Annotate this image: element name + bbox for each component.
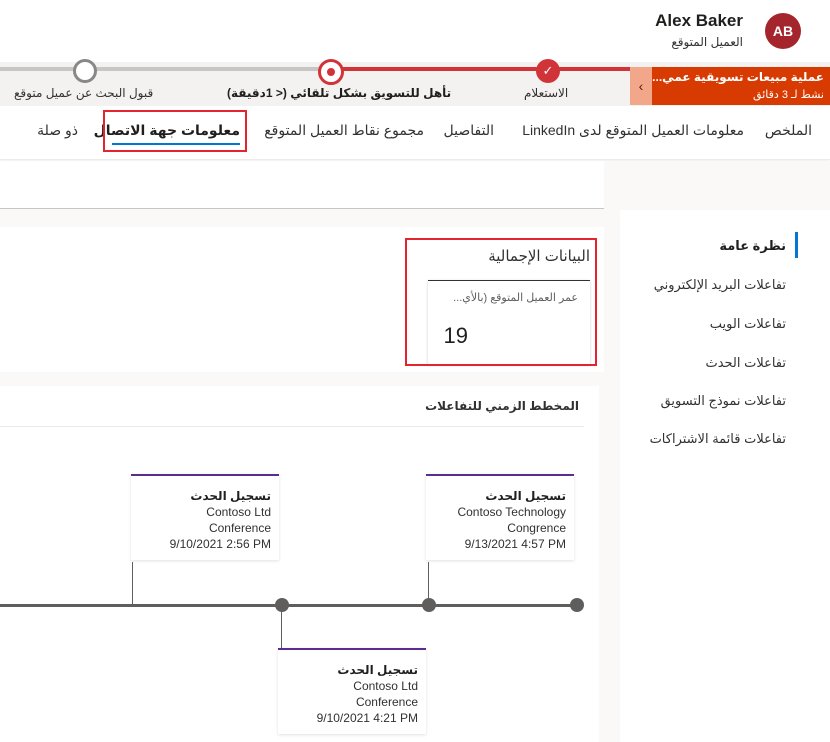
business-process-bar: ✓ الاستعلام تأهل للتسويق بشكل تلقائي (< … bbox=[0, 59, 830, 106]
timeline-event-card[interactable]: تسجيل الحدث Contoso Ltd Conference 9/10/… bbox=[278, 648, 426, 734]
tab-summary[interactable]: الملخص bbox=[765, 122, 812, 139]
event-name: Conference bbox=[208, 521, 271, 535]
event-type: تسجيل الحدث bbox=[337, 663, 418, 677]
timeline-node[interactable] bbox=[422, 598, 436, 612]
record-entity-type: العميل المتوقع bbox=[671, 35, 743, 49]
timeline-node[interactable] bbox=[570, 598, 584, 612]
side-nav-subscription-list[interactable]: تفاعلات قائمة الاشتراكات bbox=[650, 431, 786, 447]
chevron-left-icon[interactable]: ‹ bbox=[630, 67, 652, 105]
event-company: Contoso Ltd bbox=[353, 679, 418, 693]
tab-details[interactable]: التفاصيل bbox=[444, 122, 494, 139]
event-type: تسجيل الحدث bbox=[485, 489, 566, 503]
event-company: Contoso Technology bbox=[457, 505, 566, 519]
event-date: 9/10/2021 4:21 PM bbox=[316, 711, 418, 725]
timeline-connector bbox=[132, 562, 133, 604]
event-type: تسجيل الحدث bbox=[190, 489, 271, 503]
tab-lead-score[interactable]: مجموع نقاط العميل المتوقع bbox=[264, 122, 424, 139]
event-date: 9/13/2021 4:57 PM bbox=[464, 537, 566, 551]
user-avatar: AB bbox=[765, 13, 801, 49]
side-nav-overview[interactable]: نظرة عامة bbox=[719, 238, 786, 254]
stage-active-indicator-icon[interactable] bbox=[318, 59, 344, 85]
timeline-node[interactable] bbox=[275, 598, 289, 612]
event-date: 9/10/2021 2:56 PM bbox=[169, 537, 271, 551]
timeline-axis bbox=[0, 604, 578, 607]
timeline-event-card[interactable]: تسجيل الحدث Contoso Ltd Conference 9/10/… bbox=[131, 474, 279, 560]
side-nav-web[interactable]: تفاعلات الويب bbox=[710, 316, 786, 332]
event-name: Conference bbox=[355, 695, 418, 709]
record-header: AB Alex Baker العميل المتوقع bbox=[0, 0, 830, 62]
side-nav-selected-indicator bbox=[795, 232, 798, 258]
active-process-name: عملية مبيعات تسويقية عمي... bbox=[652, 70, 824, 84]
active-process-flyout[interactable]: ‹ عملية مبيعات تسويقية عمي... نشط لـ 3 د… bbox=[630, 67, 830, 105]
aggregate-highlight-box bbox=[405, 238, 597, 366]
timeline-divider bbox=[0, 426, 584, 427]
insights-side-nav: نظرة عامة تفاعلات البريد الإلكتروني تفاع… bbox=[620, 210, 830, 742]
timeline-event-card[interactable]: تسجيل الحدث Contoso Technology Congrence… bbox=[426, 474, 574, 560]
stage-label-auto-qualify[interactable]: تأهل للتسويق بشكل تلقائي (< 1دقيقة) bbox=[227, 86, 451, 100]
process-progress bbox=[330, 67, 630, 71]
active-process-duration: نشط لـ 3 دقائق bbox=[753, 89, 824, 101]
content-header-strip bbox=[0, 161, 604, 209]
side-nav-event[interactable]: تفاعلات الحدث bbox=[705, 355, 786, 371]
timeline-connector bbox=[281, 607, 282, 649]
tab-linkedin[interactable]: معلومات العميل المتوقع لدى LinkedIn bbox=[522, 122, 744, 139]
stage-label-inquiry[interactable]: الاستعلام bbox=[524, 86, 568, 100]
event-name: Congrence bbox=[507, 521, 566, 535]
side-nav-marketing-form[interactable]: تفاعلات نموذج التسويق bbox=[661, 393, 786, 409]
stage-pending-circle-icon[interactable] bbox=[73, 59, 97, 83]
record-title: Alex Baker bbox=[655, 11, 743, 30]
tab-related[interactable]: ذو صلة bbox=[37, 122, 78, 139]
event-company: Contoso Ltd bbox=[206, 505, 271, 519]
timeline-title: المخطط الزمني للتفاعلات bbox=[425, 399, 579, 413]
stage-label-accept-lead[interactable]: قبول البحث عن عميل متوقع bbox=[14, 86, 153, 100]
interaction-timeline-card: المخطط الزمني للتفاعلات تسجيل الحدث Cont… bbox=[0, 386, 599, 742]
stage-done-checkmark-icon[interactable]: ✓ bbox=[536, 59, 560, 83]
tab-highlight-box bbox=[103, 110, 247, 152]
side-nav-email[interactable]: تفاعلات البريد الإلكتروني bbox=[654, 277, 786, 293]
